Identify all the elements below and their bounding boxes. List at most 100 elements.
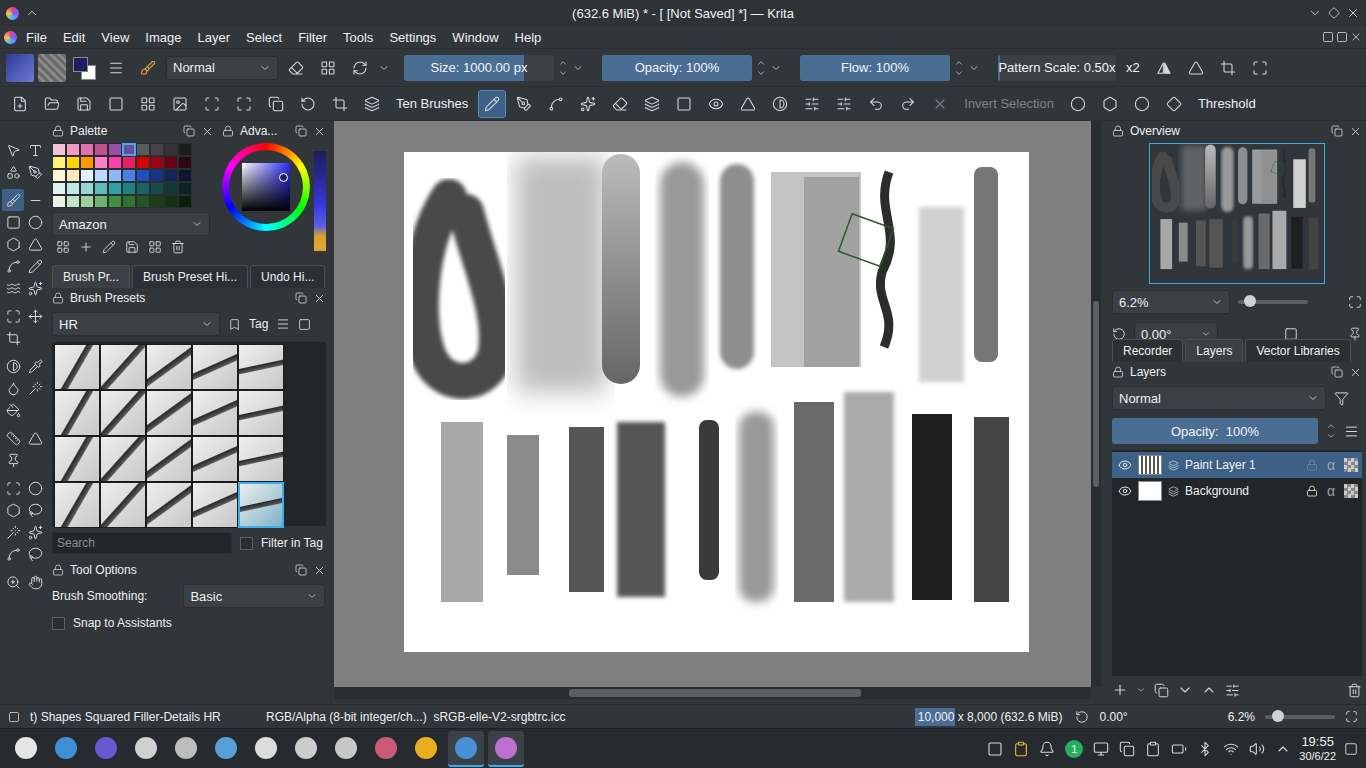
tool-button[interactable] [702,90,730,118]
brush-preset[interactable] [192,390,238,436]
taskbar-app[interactable] [168,731,204,767]
toolbar-action-icon[interactable] [44,96,60,112]
toolbar-action-icon[interactable] [484,96,500,112]
tool-icon[interactable] [28,431,43,446]
delete-layer-icon[interactable] [1347,683,1362,698]
delete-swatch-icon[interactable] [171,240,185,254]
taskbar-app[interactable] [8,731,44,767]
brush-preset[interactable] [146,482,192,528]
brush-preset[interactable] [100,436,146,482]
tool-icon[interactable] [6,143,21,158]
taskbar-app[interactable] [128,731,164,767]
toolbox-tool[interactable] [2,377,24,399]
tag-icon[interactable] [228,318,241,331]
palette-float-icon[interactable] [183,125,195,137]
tool-button[interactable] [1064,90,1092,118]
tool-button[interactable] [798,90,826,118]
eraser-icon[interactable] [288,60,304,76]
toolbar-action-icon[interactable] [204,96,220,112]
palette-swatch[interactable] [122,143,136,156]
palette-swatch[interactable] [164,169,178,182]
tray-icon[interactable] [1039,741,1055,757]
palette-swatch[interactable] [178,195,192,208]
spin-up-icon[interactable] [756,58,766,68]
palette-swatch[interactable] [164,182,178,195]
toolbar-action-icon[interactable] [268,96,284,112]
toolbox-tool[interactable] [24,189,46,211]
brush-preset[interactable] [238,436,284,482]
tool-icon[interactable] [28,259,43,274]
tool-button[interactable] [862,90,890,118]
brush-preset[interactable] [192,436,238,482]
palette-swatch[interactable] [150,195,164,208]
toolbox-tool[interactable] [2,399,24,421]
brush-preset[interactable] [100,390,146,436]
palette-swatch[interactable] [136,182,150,195]
spin-down-icon[interactable] [558,68,568,78]
spin-down-icon[interactable] [1326,431,1336,441]
palette-swatch[interactable] [136,169,150,182]
palette-swatch[interactable] [136,156,150,169]
toolbox-tool[interactable] [24,543,46,565]
slider-menu-icon[interactable] [770,62,782,74]
palette-swatch[interactable] [94,169,108,182]
tool-icon[interactable] [6,165,21,180]
tool-button[interactable] [102,90,130,118]
menu-item[interactable]: Settings [382,28,443,47]
slider-menu-icon[interactable] [572,62,584,74]
inherit-alpha-icon[interactable] [1344,458,1358,472]
palette-swatch[interactable] [80,195,94,208]
dropdown-icon[interactable] [201,318,213,330]
show-desktop-icon[interactable] [1344,742,1358,756]
color-marker[interactable] [279,173,288,182]
palette-swatch[interactable] [52,169,66,182]
palette-swatch[interactable] [164,143,178,156]
toolbar-action-icon[interactable] [772,96,788,112]
tool-icon[interactable] [6,193,21,208]
palette-swatch[interactable] [66,169,80,182]
combo-box[interactable]: Basic [183,584,325,608]
alpha-lock-toggle[interactable]: α [1324,457,1338,473]
toolbar-action-icon[interactable] [364,96,380,112]
toolbox-tool[interactable] [2,189,24,211]
brush-preset[interactable] [100,482,146,528]
toolbar-label[interactable]: Ten Brushes [390,96,474,111]
layer-row[interactable]: Paint Layer 1α [1112,452,1362,478]
toolbox-tool[interactable] [2,255,24,277]
menu-item[interactable]: Edit [56,28,92,47]
tool-button[interactable] [166,90,194,118]
palette-swatch[interactable] [178,156,192,169]
toolbar-action-icon[interactable] [644,96,660,112]
scroll-handle[interactable] [569,689,861,697]
tool-button[interactable] [606,90,634,118]
toolbox-tool[interactable] [2,277,24,299]
slider[interactable]: Flow: 100% [800,55,950,81]
docker-lock-icon[interactable] [52,125,64,137]
palette-swatch[interactable] [136,143,150,156]
tool-icon[interactable] [6,281,21,296]
docker-lock-icon[interactable] [1112,125,1124,137]
spin-down-icon[interactable] [954,68,964,78]
palette-swatch[interactable] [94,156,108,169]
palette-swatch[interactable] [178,182,192,195]
tool-button[interactable] [734,90,762,118]
scroll-handle[interactable] [1093,301,1099,487]
toolbar-action-icon[interactable] [900,96,916,112]
tool-button[interactable] [478,90,506,118]
tool-icon[interactable] [6,525,21,540]
brush-preset[interactable] [54,436,100,482]
dropdown-icon[interactable] [1201,329,1211,339]
taskbar-app[interactable] [248,731,284,767]
tool-button[interactable] [926,90,954,118]
toolbar-action-icon[interactable] [836,96,852,112]
palette-swatch[interactable] [164,156,178,169]
tool-icon[interactable] [6,215,21,230]
toolbox-tool[interactable] [24,355,46,377]
tool-button[interactable] [282,54,310,82]
preset-icon[interactable] [8,711,20,723]
taskbar-app[interactable] [208,731,244,767]
palette-swatch[interactable] [108,156,122,169]
zoom-slider[interactable] [1265,715,1335,719]
toolbox-tool[interactable] [2,233,24,255]
visibility-icon[interactable] [1118,484,1132,498]
